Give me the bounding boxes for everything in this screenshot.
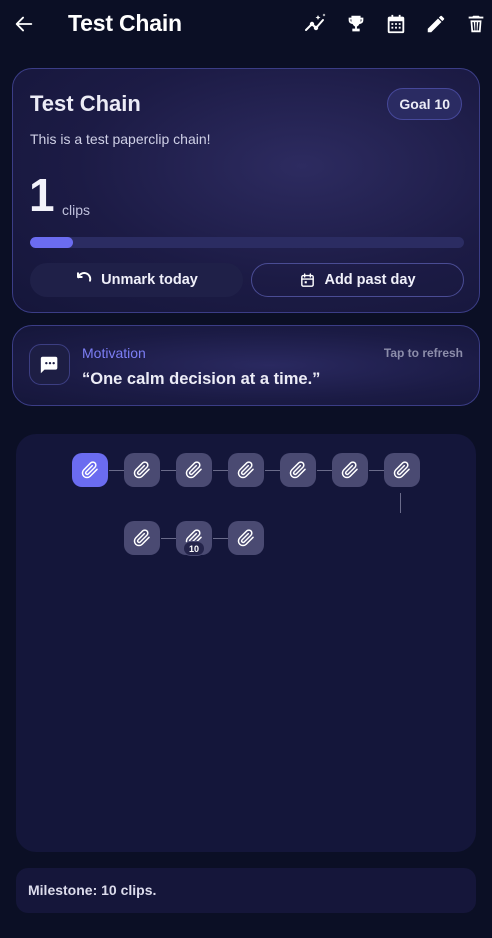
- chain-card: Test Chain Goal 10 This is a test paperc…: [12, 68, 480, 313]
- goal-progress-fill: [30, 237, 74, 248]
- paperclip-icon: [341, 461, 358, 479]
- arrow-left-icon: [15, 16, 33, 32]
- add-past-day-label: Add past day: [324, 272, 416, 288]
- chain-connector: [265, 470, 280, 471]
- chain-connector: [369, 470, 384, 471]
- calendar-icon: [387, 14, 405, 34]
- motivation-quote: “One calm decision at a time.”: [82, 370, 321, 388]
- trophy-button[interactable]: [342, 10, 370, 38]
- chain-connector: [213, 470, 228, 471]
- page-title: Test Chain: [68, 10, 182, 36]
- edit-button[interactable]: [422, 10, 450, 38]
- chain-connector: [400, 493, 401, 513]
- milestone-text: Milestone: 10 clips.: [28, 882, 157, 898]
- goal-progress-bar: [30, 237, 464, 248]
- insights-icon: [305, 13, 326, 31]
- trash-icon: [468, 15, 484, 33]
- paperclip-icon: [237, 461, 254, 479]
- unmark-today-button[interactable]: Unmark today: [30, 263, 243, 297]
- tap-to-refresh[interactable]: Tap to refresh: [384, 346, 463, 360]
- paperclip-10[interactable]: [124, 521, 160, 555]
- undo-icon: [77, 272, 92, 282]
- paperclip-icon: [133, 461, 150, 479]
- speech-bubble-icon: [40, 356, 57, 373]
- chain-title: Test Chain: [30, 91, 141, 116]
- trophy-icon: [348, 15, 364, 32]
- paperclip-icon: [289, 461, 306, 479]
- chain-connector: [213, 538, 228, 539]
- back-button[interactable]: [10, 10, 38, 38]
- paperclip-3[interactable]: [176, 453, 212, 487]
- calendar-button[interactable]: [382, 10, 410, 38]
- chain-connector: [161, 538, 176, 539]
- paperclip-icon: [81, 461, 98, 479]
- motivation-card[interactable]: Motivation Tap to refresh “One calm deci…: [12, 325, 480, 406]
- milestone-badge: 10: [183, 541, 205, 556]
- chain-description: This is a test paperclip chain!: [30, 131, 211, 147]
- motivation-label: Motivation: [82, 345, 146, 361]
- paperclip-7[interactable]: [384, 453, 420, 487]
- add-past-day-button[interactable]: Add past day: [251, 263, 464, 297]
- insights-button[interactable]: [302, 10, 330, 38]
- chain-connector: [109, 470, 124, 471]
- paperclip-icon: [393, 461, 410, 479]
- paperclip-5[interactable]: [280, 453, 316, 487]
- chain-connector: [317, 470, 332, 471]
- paperclip-8[interactable]: [228, 521, 264, 555]
- paperclip-4[interactable]: [228, 453, 264, 487]
- milestone-bar: Milestone: 10 clips.: [16, 868, 476, 913]
- goal-badge: Goal 10: [387, 88, 462, 120]
- app-bar: Test Chain: [0, 0, 492, 48]
- unmark-today-label: Unmark today: [101, 272, 198, 288]
- chain-panel: [16, 434, 476, 852]
- paperclip-icon: [133, 529, 150, 547]
- clip-count: 1: [29, 169, 55, 221]
- paperclip-6[interactable]: [332, 453, 368, 487]
- paperclip-2[interactable]: [124, 453, 160, 487]
- calendar-icon: [301, 272, 315, 287]
- paperclip-1[interactable]: [72, 453, 108, 487]
- paperclip-icon: [185, 461, 202, 479]
- delete-button[interactable]: [462, 10, 490, 38]
- motivation-icon-box: [29, 344, 70, 385]
- clip-count-unit: clips: [62, 202, 91, 218]
- pencil-icon: [427, 15, 445, 33]
- chain-connector: [161, 470, 176, 471]
- paperclip-icon: [237, 529, 254, 547]
